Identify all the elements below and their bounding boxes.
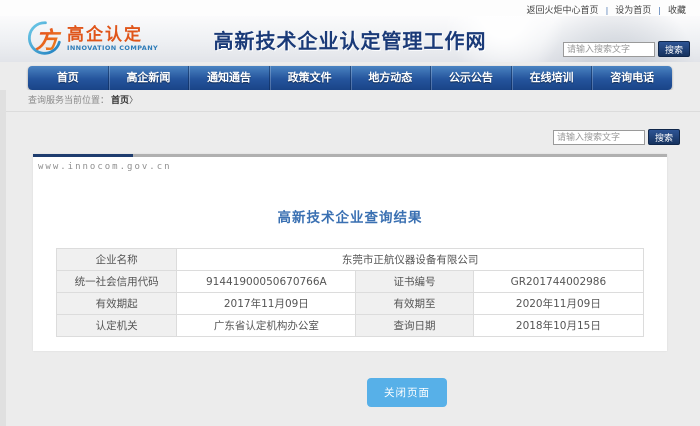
cell-cert-number-label: 证书编号 bbox=[356, 271, 473, 293]
link-torch-center-home[interactable]: 返回火炬中心首页 bbox=[527, 6, 599, 16]
nav-item-local[interactable]: 地方动态 bbox=[350, 66, 431, 90]
breadcrumb: 查询服务当前位置：首页〉 bbox=[0, 90, 700, 112]
panel-accent-bar-dark bbox=[33, 154, 133, 157]
link-favorite[interactable]: 收藏 bbox=[668, 6, 686, 16]
cell-authority-label: 认定机关 bbox=[57, 315, 177, 337]
nav-item-news[interactable]: 高企新闻 bbox=[108, 66, 189, 90]
breadcrumb-current[interactable]: 首页 bbox=[111, 96, 129, 106]
cell-valid-to-value: 2020年11月09日 bbox=[473, 293, 643, 315]
cell-valid-from-label: 有效期起 bbox=[57, 293, 177, 315]
table-row: 统一社会信用代码 91441900050670766A 证书编号 GR20174… bbox=[57, 271, 644, 293]
header-search-button[interactable]: 搜索 bbox=[658, 41, 690, 57]
cell-cert-number-value: GR201744002986 bbox=[473, 271, 643, 293]
nav-item-training[interactable]: 在线培训 bbox=[511, 66, 592, 90]
nav-item-notices[interactable]: 通知通告 bbox=[188, 66, 269, 90]
nav-item-home[interactable]: 首页 bbox=[28, 66, 108, 90]
cell-credit-code-label: 统一社会信用代码 bbox=[57, 271, 177, 293]
nav-item-publicity[interactable]: 公示公告 bbox=[430, 66, 511, 90]
content-search-input[interactable] bbox=[553, 130, 645, 145]
result-panel: www.innocom.gov.cn 高新技术企业查询结果 企业名称 东莞市正航… bbox=[33, 154, 667, 351]
cell-query-date-value: 2018年10月15日 bbox=[473, 315, 643, 337]
link-set-homepage[interactable]: 设为首页 bbox=[615, 6, 651, 16]
content-search: 搜索 bbox=[553, 129, 680, 145]
content-search-button[interactable]: 搜索 bbox=[648, 129, 680, 145]
cell-query-date-label: 查询日期 bbox=[356, 315, 473, 337]
content-search-row: 搜索 bbox=[0, 112, 700, 145]
header-search-input[interactable] bbox=[563, 42, 655, 57]
header-search: 搜索 bbox=[563, 41, 690, 57]
cell-valid-to-label: 有效期至 bbox=[356, 293, 473, 315]
close-page-button[interactable]: 关闭页面 bbox=[367, 378, 447, 407]
close-button-row: 关闭页面 bbox=[0, 378, 700, 407]
link-separator: | bbox=[658, 6, 661, 15]
panel-accent-bar bbox=[33, 154, 667, 157]
top-utility-bar: 返回火炬中心首页 | 设为首页 | 收藏 bbox=[0, 0, 700, 16]
site-header: 方 高企认定 INNOVATION COMPANY 高新技术企业认定管理工作网 … bbox=[0, 16, 700, 62]
cell-credit-code-value: 91441900050670766A bbox=[177, 271, 356, 293]
nav-item-phone[interactable]: 咨询电话 bbox=[591, 66, 672, 90]
table-row: 认定机关 广东省认定机构办公室 查询日期 2018年10月15日 bbox=[57, 315, 644, 337]
cell-company-name-value: 东莞市正航仪器设备有限公司 bbox=[177, 249, 644, 271]
breadcrumb-prefix: 查询服务当前位置： bbox=[28, 96, 109, 106]
link-separator: | bbox=[606, 6, 609, 15]
cell-company-name-label: 企业名称 bbox=[57, 249, 177, 271]
result-table: 企业名称 东莞市正航仪器设备有限公司 统一社会信用代码 914419000506… bbox=[56, 248, 644, 337]
cell-valid-from-value: 2017年11月09日 bbox=[177, 293, 356, 315]
main-nav: 首页 高企新闻 通知通告 政策文件 地方动态 公示公告 在线培训 咨询电话 bbox=[28, 66, 672, 90]
result-title: 高新技术企业查询结果 bbox=[33, 206, 667, 226]
nav-item-policies[interactable]: 政策文件 bbox=[269, 66, 350, 90]
table-row: 有效期起 2017年11月09日 有效期至 2020年11月09日 bbox=[57, 293, 644, 315]
page-left-edge bbox=[0, 90, 6, 426]
site-url-watermark: www.innocom.gov.cn bbox=[38, 162, 667, 172]
breadcrumb-arrow: 〉 bbox=[129, 96, 138, 106]
cell-authority-value: 广东省认定机构办公室 bbox=[177, 315, 356, 337]
table-row: 企业名称 东莞市正航仪器设备有限公司 bbox=[57, 249, 644, 271]
